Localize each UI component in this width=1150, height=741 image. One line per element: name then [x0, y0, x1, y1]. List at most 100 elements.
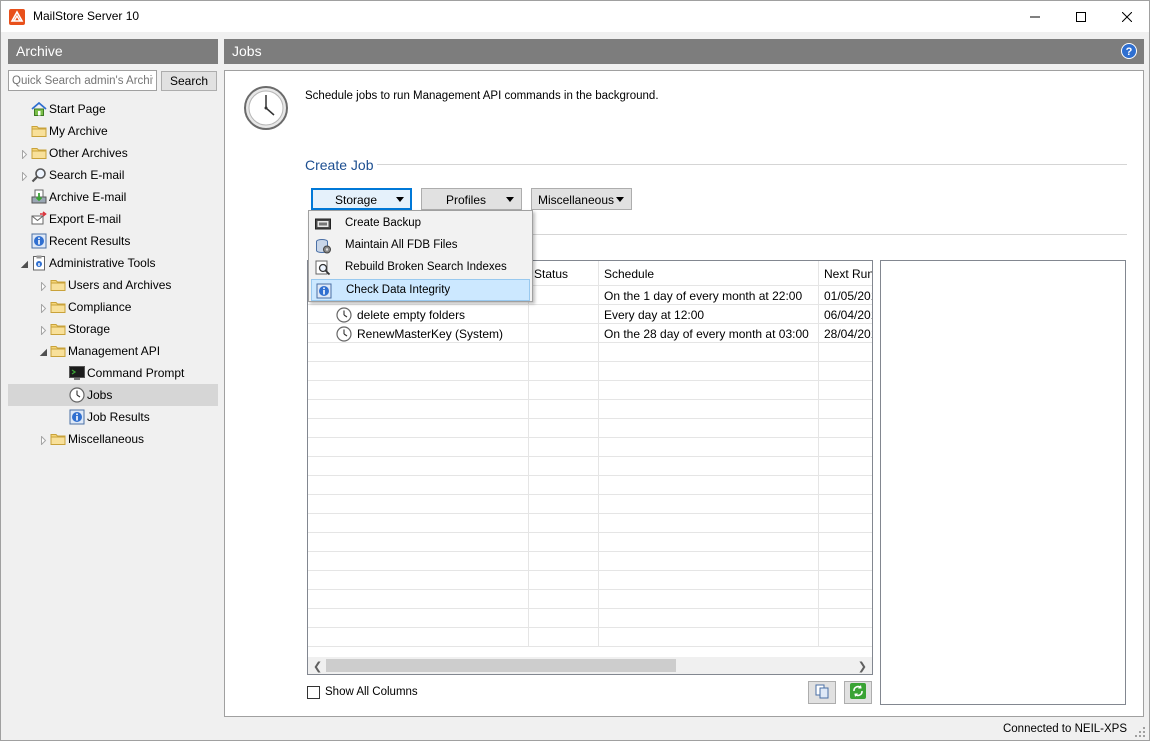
table-cell-schedule [599, 438, 819, 457]
table-cell-status [529, 552, 599, 571]
sidebar-item-label: Export E-mail [49, 212, 122, 226]
sidebar-item-management-api[interactable]: Management API [8, 340, 218, 362]
sidebar-item-export-e-mail[interactable]: Export E-mail [8, 208, 218, 230]
collapse-arrow-icon[interactable] [20, 258, 29, 268]
expand-arrow-icon[interactable] [20, 148, 29, 160]
expand-arrow-icon[interactable] [39, 302, 48, 314]
column-header-schedule[interactable]: Schedule [599, 261, 819, 286]
menu-item-label: Check Data Integrity [346, 284, 451, 296]
menu-item-create-backup[interactable]: Create Backup [311, 213, 530, 235]
scroll-left-icon[interactable]: ❮ [313, 660, 322, 673]
table-cell-next-run [819, 571, 872, 590]
sidebar-item-other-archives[interactable]: Other Archives [8, 142, 218, 164]
expand-arrow-icon[interactable] [39, 434, 48, 446]
menu-item-rebuild-broken-search-indexes[interactable]: Rebuild Broken Search Indexes [311, 257, 530, 279]
menu-item-maintain-all-fdb-files[interactable]: Maintain All FDB Files [311, 235, 530, 257]
table-cell-next-run [819, 552, 872, 571]
table-cell-schedule [599, 457, 819, 476]
expand-arrow-icon[interactable] [39, 280, 48, 292]
table-cell-next-run [819, 419, 872, 438]
horizontal-scrollbar[interactable]: ❮ ❯ [308, 657, 872, 674]
sidebar-item-miscellaneous[interactable]: Miscellaneous [8, 428, 218, 450]
column-header-next-run[interactable]: Next Run [819, 261, 872, 286]
table-cell-status [529, 324, 599, 343]
table-cell-status [529, 609, 599, 628]
chevron-down-icon [506, 197, 514, 202]
folder-icon [50, 321, 66, 337]
table-cell-next-run [819, 628, 872, 647]
page-description: Schedule jobs to run Management API comm… [305, 90, 659, 102]
sidebar-item-compliance[interactable]: Compliance [8, 296, 218, 318]
table-cell-schedule [599, 628, 819, 647]
refresh-button[interactable] [844, 681, 872, 704]
jobs-table: Status Schedule Next Run On the 1 day of… [307, 260, 873, 675]
clock-icon [243, 85, 289, 131]
search-button[interactable]: Search [161, 71, 217, 91]
expand-arrow-icon[interactable] [39, 324, 48, 336]
table-cell-name [308, 514, 529, 533]
sidebar-item-administrative-tools[interactable]: Administrative Tools [8, 252, 218, 274]
sidebar-item-label: Recent Results [49, 234, 131, 248]
storage-dropdown-button[interactable]: Storage [311, 188, 412, 210]
table-row [308, 609, 872, 628]
database-icon [315, 238, 331, 254]
table-cell-next-run [819, 362, 872, 381]
sidebar-item-storage[interactable]: Storage [8, 318, 218, 340]
help-icon[interactable]: ? [1121, 43, 1137, 59]
jobs-content: Schedule jobs to run Management API comm… [224, 70, 1144, 717]
sidebar-item-search-e-mail[interactable]: Search E-mail [8, 164, 218, 186]
table-cell-name [308, 571, 529, 590]
sidebar-item-label: Users and Archives [68, 278, 172, 292]
resize-grip-icon[interactable] [1134, 726, 1146, 738]
archive-email-icon [31, 189, 47, 205]
sidebar-item-jobs[interactable]: Jobs [8, 384, 218, 406]
sidebar-item-my-archive[interactable]: My Archive [8, 120, 218, 142]
sidebar-item-start-page[interactable]: Start Page [8, 98, 218, 120]
page-title: Jobs [232, 43, 262, 59]
table-cell-next-run: 06/04/201 [824, 308, 873, 322]
expand-arrow-icon[interactable] [20, 170, 29, 182]
table-cell-name: delete empty folders [308, 305, 529, 324]
sidebar-item-command-prompt[interactable]: Command Prompt [8, 362, 218, 384]
sidebar-item-job-results[interactable]: Job Results [8, 406, 218, 428]
table-cell-status [529, 571, 599, 590]
miscellaneous-dropdown-button[interactable]: Miscellaneous [531, 188, 632, 210]
folder-icon [31, 123, 47, 139]
table-cell-name [308, 590, 529, 609]
table-cell-schedule [599, 476, 819, 495]
table-cell-status [529, 362, 599, 381]
table-cell-name [308, 419, 529, 438]
sidebar-item-recent-results[interactable]: Recent Results [8, 230, 218, 252]
profiles-dropdown-button[interactable]: Profiles [421, 188, 522, 210]
column-header-status[interactable]: Status [529, 261, 599, 286]
section-divider [377, 164, 1127, 165]
maximize-button[interactable] [1058, 1, 1104, 32]
table-row[interactable]: RenewMasterKey (System) On the 28 day of … [308, 324, 873, 343]
scrollbar-thumb[interactable] [326, 659, 676, 672]
show-all-columns-checkbox[interactable] [307, 686, 320, 699]
table-cell-status [529, 438, 599, 457]
sidebar-item-label: Command Prompt [87, 366, 185, 380]
sidebar-item-label: Start Page [49, 102, 106, 116]
storage-button-label: Storage [334, 193, 378, 207]
table-cell-name [308, 438, 529, 457]
sidebar-item-archive-e-mail[interactable]: Archive E-mail [8, 186, 218, 208]
sidebar-item-label: Miscellaneous [68, 432, 145, 446]
clock-icon [336, 326, 352, 343]
sidebar-item-users-and-archives[interactable]: Users and Archives [8, 274, 218, 296]
minimize-button[interactable] [1012, 1, 1058, 32]
table-row[interactable]: delete empty folders Every day at 12:00 06… [308, 305, 873, 324]
close-button[interactable] [1104, 1, 1150, 32]
table-cell-next-run: 28/04/201 [824, 327, 873, 341]
sidebar-item-label: Jobs [87, 388, 113, 402]
table-row [308, 495, 872, 514]
menu-item-label: Rebuild Broken Search Indexes [345, 261, 507, 273]
table-cell-next-run [819, 457, 872, 476]
scroll-right-icon[interactable]: ❯ [858, 660, 867, 673]
copy-button[interactable] [808, 681, 836, 704]
menu-item-check-data-integrity[interactable]: Check Data Integrity [311, 279, 530, 301]
quick-search-input[interactable] [8, 70, 157, 91]
app-window: MailStore Server 10 Archive Search Start… [0, 0, 1150, 741]
collapse-arrow-icon[interactable] [39, 346, 48, 356]
sidebar-item-label: Search E-mail [49, 168, 125, 182]
